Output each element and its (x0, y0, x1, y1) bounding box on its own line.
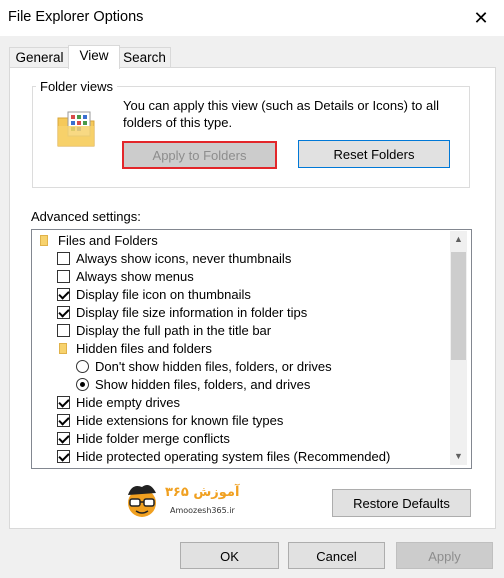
tab-general[interactable]: General (9, 47, 70, 67)
folder-icon (40, 235, 48, 246)
radio-button[interactable] (76, 378, 89, 391)
tree-item-label: Display file size information in folder … (76, 305, 308, 320)
checkbox[interactable] (57, 450, 70, 463)
apply-button[interactable]: Apply (396, 542, 493, 569)
checkbox[interactable] (57, 306, 70, 319)
checkbox[interactable] (57, 396, 70, 409)
tree-item-label: Files and Folders (58, 233, 158, 248)
tree-item-label: Hide folder merge conflicts (76, 431, 230, 446)
tree-scrollbar[interactable]: ▲ ▼ (450, 231, 467, 465)
tree-item-label: Hide extensions for known file types (76, 413, 284, 428)
tree-item-label: Always show icons, never thumbnails (76, 251, 292, 266)
scroll-down-arrow-icon[interactable]: ▼ (450, 448, 467, 465)
reset-folders-button[interactable]: Reset Folders (298, 140, 450, 168)
cancel-button[interactable]: Cancel (288, 542, 385, 569)
apply-to-folders-button[interactable]: Apply to Folders (122, 141, 277, 169)
window-title: File Explorer Options (8, 9, 144, 25)
advanced-settings-label: Advanced settings: (31, 209, 141, 224)
tree-item-label: Show hidden files, folders, and drives (95, 377, 311, 392)
close-icon[interactable]: ✕ (466, 4, 496, 32)
checkbox[interactable] (57, 270, 70, 283)
radio-button[interactable] (76, 360, 89, 373)
tab-view[interactable]: View (68, 45, 120, 69)
folder-icon (59, 343, 67, 354)
scroll-thumb[interactable] (451, 252, 466, 360)
title-bar: File Explorer Options ✕ (0, 0, 504, 36)
tree-item-label: Don't show hidden files, folders, or dri… (95, 359, 332, 374)
folder-views-icon (57, 111, 95, 147)
checkbox[interactable] (57, 414, 70, 427)
advanced-settings-tree[interactable]: Files and Folders Always show icons, nev… (31, 229, 472, 469)
logo-url: Amoozesh365.ir (170, 506, 235, 515)
checkbox[interactable] (57, 288, 70, 301)
scroll-up-arrow-icon[interactable]: ▲ (450, 231, 467, 248)
folder-views-label: Folder views (36, 79, 117, 94)
checkbox[interactable] (57, 324, 70, 337)
ok-button[interactable]: OK (180, 542, 279, 569)
tree-item-label: Display file icon on thumbnails (76, 287, 251, 302)
tab-search[interactable]: Search (118, 47, 171, 67)
folder-views-description: You can apply this view (such as Details… (123, 98, 440, 130)
tree-item-label: Display the full path in the title bar (76, 323, 272, 338)
logo-title: آموزش ۳۶۵ (165, 485, 240, 500)
tree-item-label: Hide protected operating system files (R… (76, 449, 391, 464)
checkbox[interactable] (57, 432, 70, 445)
tree-item-label: Always show menus (76, 269, 194, 284)
tree-item-label: Hidden files and folders (76, 341, 212, 356)
restore-defaults-button[interactable]: Restore Defaults (332, 489, 471, 517)
checkbox[interactable] (57, 252, 70, 265)
tree-item-label: Hide empty drives (76, 395, 181, 410)
